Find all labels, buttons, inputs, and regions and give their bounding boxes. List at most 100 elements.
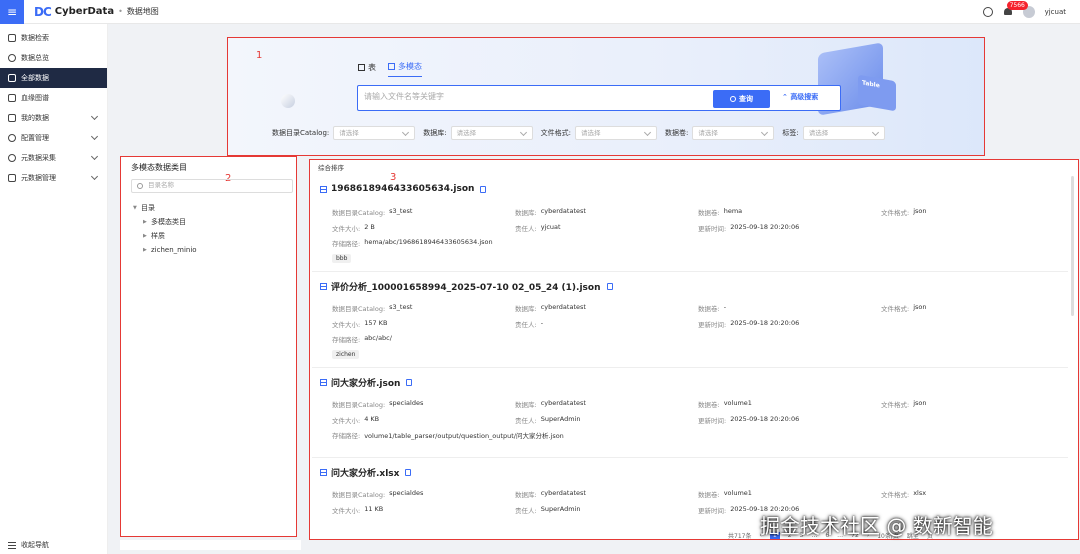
search-button[interactable]: 查询 (713, 90, 770, 108)
meta-label: 责任人: (515, 417, 537, 425)
meta-value: SuperAdmin (540, 415, 581, 423)
logo-mark: DC (34, 4, 52, 19)
sidebar-item-all-data[interactable]: 全部数据 (0, 68, 107, 88)
result-title[interactable]: 问大家分析.xlsx (331, 466, 399, 479)
result-card[interactable]: 1968618946433605634.json 数据目录Catalog: s3_… (312, 176, 1068, 272)
chevron-down-icon (90, 172, 99, 181)
meta-label: 文件大小: (332, 417, 361, 425)
result-title[interactable]: 问大家分析.json (331, 376, 400, 389)
meta-value: json (913, 303, 927, 311)
meta-value: 2025-09-18 20:20:06 (730, 319, 800, 327)
tree-node[interactable]: ▶ 样质 (133, 229, 197, 243)
filter-bar: 数据目录Catalog: 请选择 数据库: 请选择 文件格式: 请选择 数据卷:… (272, 126, 893, 140)
filter-label-tag: 标签: (782, 129, 799, 137)
category-title: 多模态数据类目 (131, 163, 187, 172)
category-panel: 多模态数据类目 2 ▼目录 ▶多模态类目 ▶样质 ▶zichen_minio (120, 156, 297, 537)
tab-label: 多模态 (398, 62, 422, 71)
search-input[interactable] (364, 92, 704, 101)
copy-icon[interactable] (405, 469, 412, 476)
username[interactable]: yjcuat (1045, 8, 1066, 16)
filter-label-database: 数据库: (423, 129, 447, 137)
sort-label[interactable]: 综合排序 (318, 162, 344, 172)
category-search-input[interactable] (148, 181, 288, 189)
copy-icon[interactable] (606, 283, 613, 290)
meta-value: json (913, 399, 927, 407)
meta-label: 数据目录Catalog: (332, 305, 386, 313)
meta-label: 存储路径: (332, 432, 361, 440)
meta-value: specialdes (389, 399, 424, 407)
help-icon[interactable] (982, 7, 993, 17)
meta-label: 文件格式: (881, 401, 910, 409)
sidebar-item-data-search[interactable]: 数据检索 (0, 28, 107, 48)
result-title[interactable]: 1968618946433605634.json (331, 184, 474, 194)
sidebar-item-label: 元数据管理 (21, 174, 56, 182)
sidebar-item-label: 数据总览 (21, 54, 49, 62)
meta-label: 数据库: (515, 305, 537, 313)
search-hero: 1 Table 表 多模态 查询 ⌃ 高级搜索 数据目录Catalog: 请选择… (227, 37, 985, 156)
scrollbar[interactable] (1071, 176, 1074, 316)
category-tree: ▼ 目录 ▶ 多模态类目 ▶ 样质 ▶ zichen_minio (133, 201, 197, 257)
tree-node-label: zichen_minio (151, 246, 197, 254)
collapse-nav-button[interactable]: 收起导航 (8, 540, 49, 550)
sidebar-item-my-data[interactable]: 我的数据 (0, 108, 107, 128)
table-icon (358, 63, 365, 71)
meta-label: 文件格式: (881, 305, 910, 313)
meta-label: 文件格式: (881, 209, 910, 217)
sidebar-item-label: 血缘图谱 (21, 94, 49, 102)
caret-right-icon: ▶ (143, 247, 147, 253)
meta-value: volume1/table_parser/output/question_out… (364, 432, 564, 440)
sidebar-item-metadata-collect[interactable]: 元数据采集 (0, 148, 107, 168)
result-card[interactable]: 评价分析_100001658994_2025-07-10 02_05_24 (1… (312, 272, 1068, 368)
sidebar-item-lineage[interactable]: 血缘图谱 (0, 88, 107, 108)
meta-value: cyberdatatest (540, 207, 586, 215)
sidebar-item-label: 配置管理 (21, 134, 49, 142)
copy-icon[interactable] (480, 185, 487, 193)
top-bar: ≡ DC CyberData • 数据地图 7566 yjcuat (0, 0, 1080, 24)
sidebar-item-data-overview[interactable]: 数据总览 (0, 48, 107, 68)
menu-icon[interactable]: ≡ (0, 0, 24, 24)
annotation-number: 1 (256, 50, 263, 61)
meta-label: 更新时间: (698, 225, 727, 233)
sidebar-item-config[interactable]: 配置管理 (0, 128, 107, 148)
bell-icon[interactable]: 7566 (1003, 1, 1028, 17)
catalog-select[interactable]: 请选择 (333, 126, 416, 140)
tab-table[interactable]: 表 (358, 61, 376, 77)
chevron-down-icon (90, 152, 99, 161)
format-select[interactable]: 请选择 (574, 126, 657, 140)
meta-label: 数据卷: (698, 401, 720, 409)
tag-select[interactable]: 请选择 (802, 126, 885, 140)
app-name: CyberData (54, 6, 115, 17)
tree-node-label: 样质 (151, 232, 165, 240)
advanced-search-button[interactable]: ⌃ 高级搜索 (782, 92, 818, 102)
meta-value: 157 KB (364, 319, 388, 327)
logo[interactable]: DC CyberData • 数据地图 (34, 5, 159, 19)
meta-value: - (723, 303, 727, 311)
sidebar-item-metadata-manage[interactable]: 元数据管理 (0, 168, 107, 188)
tree-node[interactable]: ▶ 多模态类目 (133, 215, 197, 229)
meta-label: 文件大小: (332, 507, 361, 515)
meta-label: 数据卷: (698, 305, 720, 313)
sidebar-item-label: 全部数据 (21, 74, 49, 82)
volume-select[interactable]: 请选择 (692, 126, 775, 140)
sidebar-item-label: 元数据采集 (21, 154, 56, 162)
result-card[interactable]: 问大家分析.json 数据目录Catalog: specialdes 数据库: cy… (312, 368, 1068, 458)
advanced-search-label: 高级搜索 (790, 93, 819, 101)
database-select[interactable]: 请选择 (450, 126, 533, 140)
tree-node-root[interactable]: ▼ 目录 (133, 201, 197, 215)
search-button-label: 查询 (739, 95, 753, 103)
caret-right-icon: ▶ (143, 233, 147, 239)
meta-value: s3_test (389, 207, 413, 215)
meta-value: hema/abc/1968618946433605634.json (364, 238, 493, 246)
meta-value: cyberdatatest (540, 303, 586, 311)
watermark: 掘金技术社区 @ 数新智能 (760, 514, 993, 538)
result-title[interactable]: 评价分析_100001658994_2025-07-10 02_05_24 (1… (331, 280, 601, 293)
copy-icon[interactable] (406, 379, 413, 386)
my-data-icon (8, 114, 16, 122)
meta-label: 更新时间: (698, 507, 727, 515)
tree-node[interactable]: ▶ zichen_minio (133, 243, 197, 257)
meta-value: json (913, 207, 927, 215)
search-icon (730, 96, 736, 102)
tab-multimodal[interactable]: 多模态 (388, 61, 422, 77)
sidebar-item-label: 我的数据 (21, 114, 49, 122)
meta-label: 数据目录Catalog: (332, 401, 386, 409)
